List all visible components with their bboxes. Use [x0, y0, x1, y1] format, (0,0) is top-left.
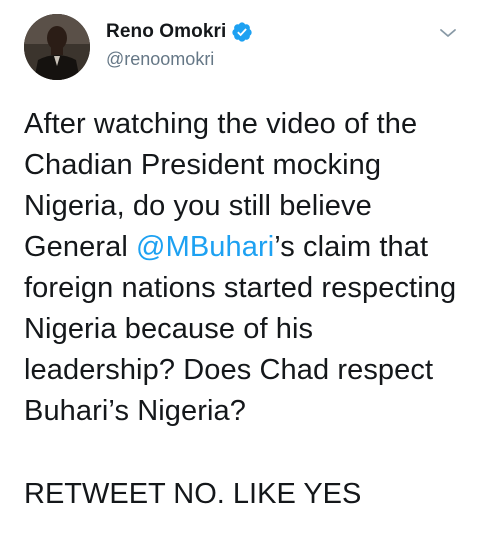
tweet-card: Reno Omokri @renoomokri After watching t…	[0, 0, 480, 539]
author-handle[interactable]: @renoomokri	[106, 49, 214, 70]
avatar[interactable]	[24, 14, 90, 80]
avatar-image	[24, 14, 90, 80]
tweet-text: After watching the video of the Chadian …	[24, 104, 464, 432]
author-name-row: Reno Omokri	[106, 20, 253, 44]
display-name[interactable]: Reno Omokri	[106, 21, 226, 43]
chevron-down-icon[interactable]	[437, 22, 459, 44]
tweet-body: After watching the video of the Chadian …	[24, 104, 464, 432]
mention-link[interactable]: @MBuhari	[136, 231, 274, 263]
tweet-call-to-action: RETWEET NO. LIKE YES	[24, 478, 362, 510]
verified-badge-icon	[231, 21, 253, 43]
